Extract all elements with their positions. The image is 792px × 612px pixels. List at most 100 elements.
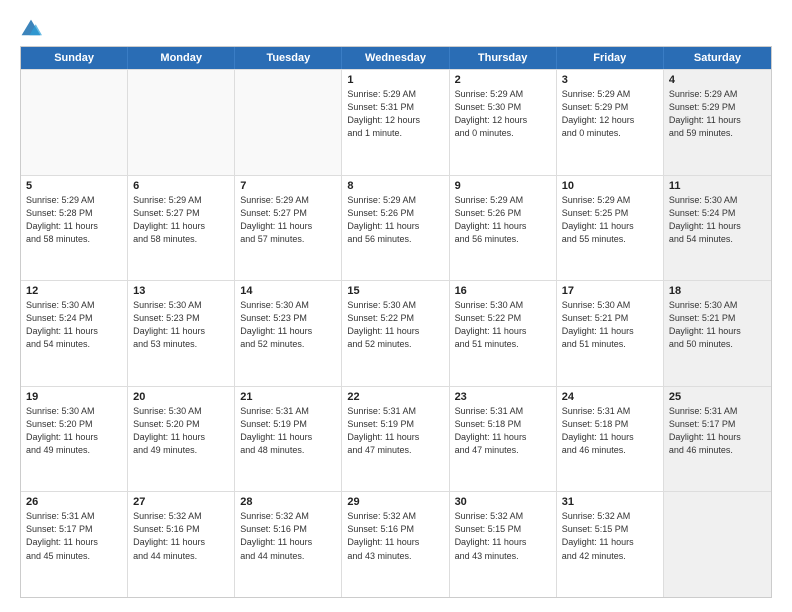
calendar-cell: 5Sunrise: 5:29 AMSunset: 5:28 PMDaylight…	[21, 176, 128, 281]
day-info: Sunrise: 5:30 AMSunset: 5:21 PMDaylight:…	[669, 299, 766, 351]
page-header	[20, 18, 772, 40]
day-info: Sunrise: 5:29 AMSunset: 5:28 PMDaylight:…	[26, 194, 122, 246]
day-number: 23	[455, 391, 551, 403]
calendar-cell	[128, 70, 235, 175]
calendar-cell: 18 Sunrise: 5:30 AMSunset: 5:21 PMDayligh…	[664, 281, 771, 386]
day-number: 19	[26, 391, 122, 403]
calendar-cell: 30 Sunrise: 5:32 AMSunset: 5:15 PMDayligh…	[450, 492, 557, 597]
calendar-cell: 4 Sunrise: 5:29 AMSunset: 5:29 PMDaylight…	[664, 70, 771, 175]
calendar-cell: 27 Sunrise: 5:32 AMSunset: 5:16 PMDayligh…	[128, 492, 235, 597]
day-number: 27	[133, 496, 229, 508]
calendar-header: SundayMondayTuesdayWednesdayThursdayFrid…	[21, 47, 771, 69]
day-number: 1	[347, 74, 443, 86]
weekday-header: Monday	[128, 47, 235, 69]
day-number: 10	[562, 180, 658, 192]
day-number: 15	[347, 285, 443, 297]
calendar-week: 5Sunrise: 5:29 AMSunset: 5:28 PMDaylight…	[21, 175, 771, 281]
calendar-cell: 1 Sunrise: 5:29 AMSunset: 5:31 PMDaylight…	[342, 70, 449, 175]
calendar-cell: 11 Sunrise: 5:30 AMSunset: 5:24 PMDayligh…	[664, 176, 771, 281]
day-number: 20	[133, 391, 229, 403]
day-number: 30	[455, 496, 551, 508]
day-info: Sunrise: 5:32 AMSunset: 5:16 PMDaylight:…	[133, 510, 229, 562]
calendar-cell: 7 Sunrise: 5:29 AMSunset: 5:27 PMDaylight…	[235, 176, 342, 281]
day-number: 16	[455, 285, 551, 297]
calendar-cell: 16 Sunrise: 5:30 AMSunset: 5:22 PMDayligh…	[450, 281, 557, 386]
day-info: Sunrise: 5:29 AMSunset: 5:31 PMDaylight:…	[347, 88, 443, 140]
calendar-cell: 17 Sunrise: 5:30 AMSunset: 5:21 PMDayligh…	[557, 281, 664, 386]
calendar-cell: 2Sunrise: 5:29 AMSunset: 5:30 PMDaylight…	[450, 70, 557, 175]
calendar-week: 19 Sunrise: 5:30 AMSunset: 5:20 PMDayligh…	[21, 386, 771, 492]
weekday-header: Friday	[557, 47, 664, 69]
day-number: 11	[669, 180, 766, 192]
calendar-cell: 3 Sunrise: 5:29 AMSunset: 5:29 PMDaylight…	[557, 70, 664, 175]
day-info: Sunrise: 5:30 AMSunset: 5:24 PMDaylight:…	[26, 299, 122, 351]
day-info: Sunrise: 5:31 AMSunset: 5:18 PMDaylight:…	[455, 405, 551, 457]
day-number: 7	[240, 180, 336, 192]
weekday-header: Wednesday	[342, 47, 449, 69]
day-number: 22	[347, 391, 443, 403]
weekday-header: Sunday	[21, 47, 128, 69]
weekday-header: Thursday	[450, 47, 557, 69]
day-info: Sunrise: 5:29 AMSunset: 5:25 PMDaylight:…	[562, 194, 658, 246]
calendar-cell	[235, 70, 342, 175]
day-number: 4	[669, 74, 766, 86]
day-info: Sunrise: 5:30 AMSunset: 5:22 PMDaylight:…	[455, 299, 551, 351]
day-info: Sunrise: 5:31 AMSunset: 5:17 PMDaylight:…	[26, 510, 122, 562]
day-number: 24	[562, 391, 658, 403]
calendar-cell: 8 Sunrise: 5:29 AMSunset: 5:26 PMDaylight…	[342, 176, 449, 281]
calendar-cell: 26 Sunrise: 5:31 AMSunset: 5:17 PMDayligh…	[21, 492, 128, 597]
day-info: Sunrise: 5:31 AMSunset: 5:18 PMDaylight:…	[562, 405, 658, 457]
day-info: Sunrise: 5:30 AMSunset: 5:24 PMDaylight:…	[669, 194, 766, 246]
day-number: 14	[240, 285, 336, 297]
day-info: Sunrise: 5:31 AMSunset: 5:19 PMDaylight:…	[240, 405, 336, 457]
day-info: Sunrise: 5:29 AMSunset: 5:26 PMDaylight:…	[347, 194, 443, 246]
calendar-cell: 15 Sunrise: 5:30 AMSunset: 5:22 PMDayligh…	[342, 281, 449, 386]
calendar-cell: 24 Sunrise: 5:31 AMSunset: 5:18 PMDayligh…	[557, 387, 664, 492]
day-info: Sunrise: 5:32 AMSunset: 5:15 PMDaylight:…	[455, 510, 551, 562]
calendar-cell	[664, 492, 771, 597]
calendar-cell: 14Sunrise: 5:30 AMSunset: 5:23 PMDayligh…	[235, 281, 342, 386]
calendar-week: 12 Sunrise: 5:30 AMSunset: 5:24 PMDayligh…	[21, 280, 771, 386]
day-number: 3	[562, 74, 658, 86]
calendar-cell: 10 Sunrise: 5:29 AMSunset: 5:25 PMDayligh…	[557, 176, 664, 281]
calendar-cell: 28Sunrise: 5:32 AMSunset: 5:16 PMDayligh…	[235, 492, 342, 597]
day-number: 21	[240, 391, 336, 403]
day-info: Sunrise: 5:32 AMSunset: 5:16 PMDaylight:…	[347, 510, 443, 562]
calendar-cell: 20Sunrise: 5:30 AMSunset: 5:20 PMDayligh…	[128, 387, 235, 492]
calendar-week: 1 Sunrise: 5:29 AMSunset: 5:31 PMDaylight…	[21, 69, 771, 175]
day-number: 8	[347, 180, 443, 192]
calendar: SundayMondayTuesdayWednesdayThursdayFrid…	[20, 46, 772, 598]
day-info: Sunrise: 5:30 AMSunset: 5:20 PMDaylight:…	[26, 405, 122, 457]
calendar-cell	[21, 70, 128, 175]
day-info: Sunrise: 5:32 AMSunset: 5:15 PMDaylight:…	[562, 510, 658, 562]
calendar-cell: 13 Sunrise: 5:30 AMSunset: 5:23 PMDayligh…	[128, 281, 235, 386]
day-info: Sunrise: 5:29 AMSunset: 5:29 PMDaylight:…	[562, 88, 658, 140]
calendar-week: 26 Sunrise: 5:31 AMSunset: 5:17 PMDayligh…	[21, 491, 771, 597]
day-info: Sunrise: 5:29 AMSunset: 5:26 PMDaylight:…	[455, 194, 551, 246]
calendar-cell: 9 Sunrise: 5:29 AMSunset: 5:26 PMDaylight…	[450, 176, 557, 281]
day-info: Sunrise: 5:30 AMSunset: 5:23 PMDaylight:…	[133, 299, 229, 351]
calendar-cell: 12 Sunrise: 5:30 AMSunset: 5:24 PMDayligh…	[21, 281, 128, 386]
day-number: 29	[347, 496, 443, 508]
day-number: 31	[562, 496, 658, 508]
calendar-cell: 25Sunrise: 5:31 AMSunset: 5:17 PMDayligh…	[664, 387, 771, 492]
day-number: 9	[455, 180, 551, 192]
day-info: Sunrise: 5:29 AMSunset: 5:27 PMDaylight:…	[240, 194, 336, 246]
day-info: Sunrise: 5:29 AMSunset: 5:29 PMDaylight:…	[669, 88, 766, 140]
day-info: Sunrise: 5:29 AMSunset: 5:27 PMDaylight:…	[133, 194, 229, 246]
calendar-cell: 31 Sunrise: 5:32 AMSunset: 5:15 PMDayligh…	[557, 492, 664, 597]
day-number: 12	[26, 285, 122, 297]
day-number: 28	[240, 496, 336, 508]
page: SundayMondayTuesdayWednesdayThursdayFrid…	[0, 0, 792, 612]
weekday-header: Saturday	[664, 47, 771, 69]
day-info: Sunrise: 5:30 AMSunset: 5:22 PMDaylight:…	[347, 299, 443, 351]
day-info: Sunrise: 5:31 AMSunset: 5:17 PMDaylight:…	[669, 405, 766, 457]
day-info: Sunrise: 5:30 AMSunset: 5:21 PMDaylight:…	[562, 299, 658, 351]
day-number: 26	[26, 496, 122, 508]
day-number: 18	[669, 285, 766, 297]
day-number: 13	[133, 285, 229, 297]
calendar-cell: 23 Sunrise: 5:31 AMSunset: 5:18 PMDayligh…	[450, 387, 557, 492]
day-number: 17	[562, 285, 658, 297]
calendar-cell: 22Sunrise: 5:31 AMSunset: 5:19 PMDayligh…	[342, 387, 449, 492]
logo-icon	[20, 18, 42, 40]
